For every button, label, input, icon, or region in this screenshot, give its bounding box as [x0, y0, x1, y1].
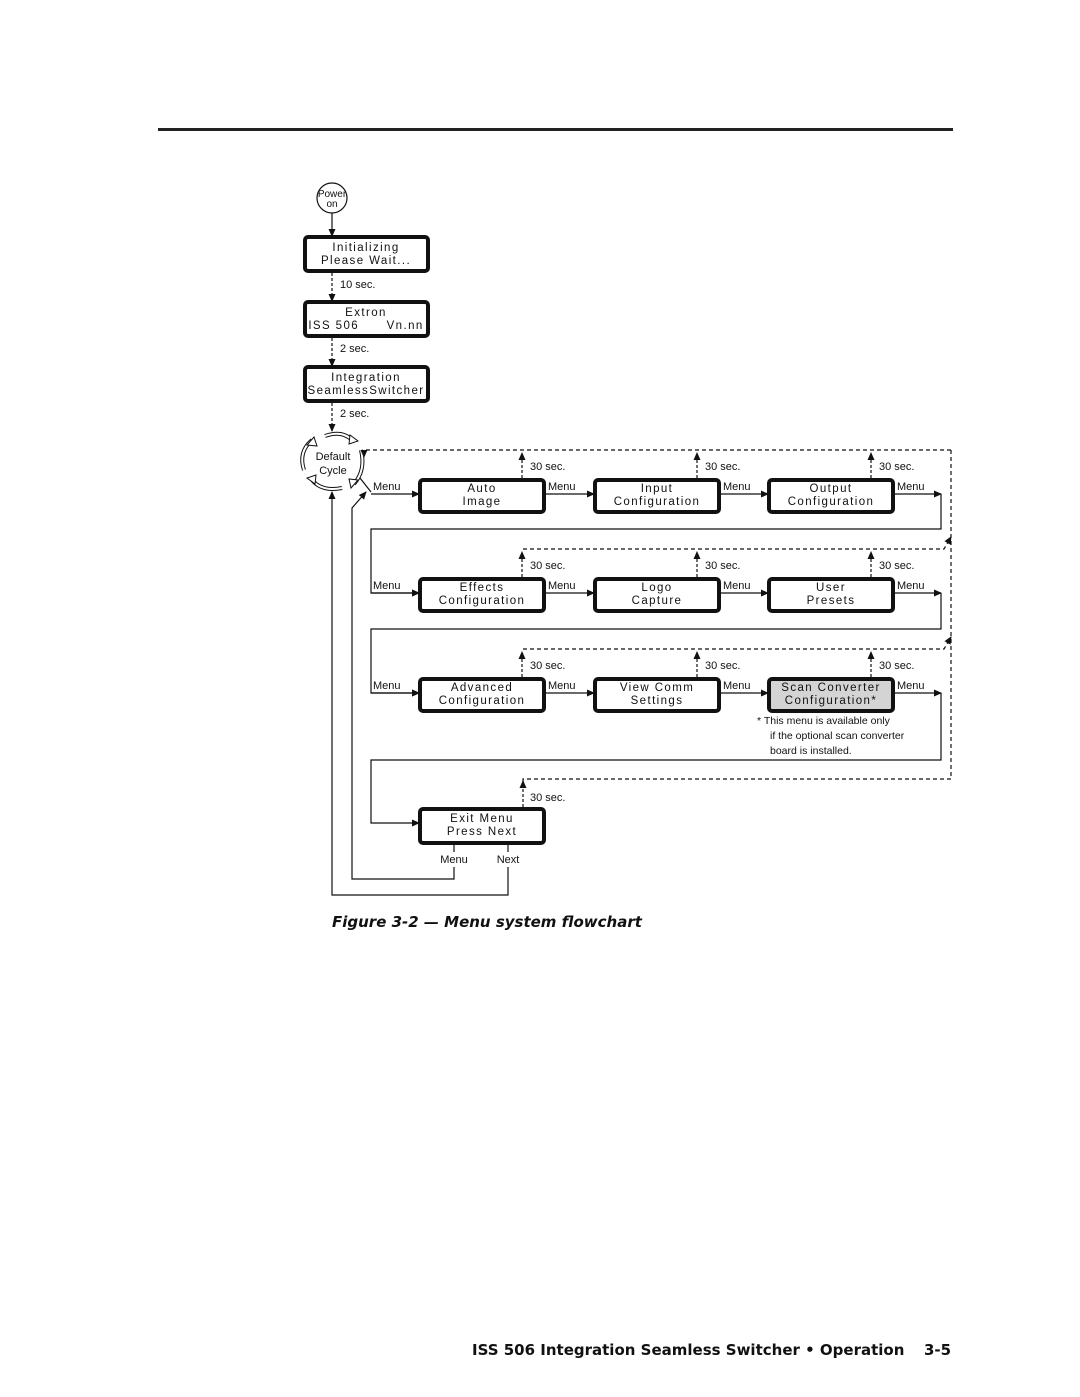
timeout-return-line [522, 778, 951, 786]
default-cycle-node: Default Cycle [300, 431, 365, 491]
exit-menu-line2: Press Next [447, 826, 517, 838]
menu-boxes: AutoImageInputConfigurationOutputConfigu… [418, 478, 895, 713]
boot-line1: Initializing [332, 242, 399, 254]
default-cycle-label-1: Default [316, 451, 351, 463]
menu-box-line2: Configuration [614, 496, 701, 508]
menu-box-line1: Scan Converter [781, 682, 881, 694]
menu-box-line1: Auto [467, 483, 496, 495]
footnote-line1: * This menu is available only [757, 715, 891, 727]
boot-screen-integration: Integration SeamlessSwitcher [303, 365, 430, 403]
menu-box-line2: Configuration [439, 595, 526, 607]
menu-arrow-label: Menu [897, 680, 925, 692]
boot-line2: SeamlessSwitcher [308, 385, 425, 397]
timeout-label: 30 sec. [705, 660, 740, 672]
menu-arrow-label: Menu [373, 680, 401, 692]
menu-box-line1: User [816, 582, 846, 594]
menu-arrow-label: Menu [548, 481, 576, 493]
timeout-label: 30 sec. [530, 560, 565, 572]
figure-caption: Figure 3-2 — Menu system flowchart [332, 913, 642, 931]
default-cycle-label-2: Cycle [319, 465, 347, 477]
menu-box-line1: Logo [641, 582, 672, 594]
timeout-return-line [523, 536, 952, 550]
exit-menu-line1: Exit Menu [450, 813, 514, 825]
menu-box-line1: View Comm [620, 682, 694, 694]
menu-box-line2: Configuration* [785, 695, 877, 707]
boot-line2: Please Wait... [321, 255, 411, 267]
timeout-label: 30 sec. [879, 560, 914, 572]
menu-box: AdvancedConfiguration [418, 677, 546, 713]
timeout-label: 30 sec. [705, 560, 740, 572]
menu-box: AutoImage [418, 478, 546, 514]
menu-arrow-label: Menu [897, 580, 925, 592]
delay-label: 2 sec. [340, 343, 369, 355]
menu-box-line2: Capture [632, 595, 683, 607]
menu-arrow-label: Menu [723, 680, 751, 692]
menu-arrow-label: Menu [548, 580, 576, 592]
boot-line2: ISS 506 Vn.nn [308, 320, 423, 332]
timeout-label: 30 sec. [530, 660, 565, 672]
menu-box-line1: Output [810, 483, 853, 495]
menu-box-line1: Advanced [451, 682, 513, 694]
menu-flowchart: Power on Initializing Please Wait... 10 … [300, 182, 952, 896]
menu-box: EffectsConfiguration [418, 577, 546, 613]
menu-arrow-label: Menu [548, 680, 576, 692]
delay-label: 10 sec. [340, 279, 375, 291]
menu-arrow-label: Menu [723, 580, 751, 592]
footnote-line3: board is installed. [770, 745, 852, 757]
boot-screen-extron: Extron ISS 506 Vn.nn [303, 300, 430, 338]
boot-screen-initializing: Initializing Please Wait... [303, 235, 430, 273]
footer-title: ISS 506 Integration Seamless Switcher • … [472, 1341, 905, 1359]
menu-box: Scan ConverterConfiguration* [767, 677, 895, 713]
timeout-label: 30 sec. [530, 792, 565, 804]
delay-label: 2 sec. [340, 408, 369, 420]
menu-box: UserPresets [767, 577, 895, 613]
menu-box: LogoCapture [593, 577, 721, 613]
timeout-label: 30 sec. [530, 461, 565, 473]
timeout-label: 30 sec. [879, 461, 914, 473]
menu-box-line1: Effects [460, 582, 505, 594]
boot-line1: Integration [331, 372, 401, 384]
page-number: 3-5 [924, 1341, 952, 1359]
timeout-return-line [523, 636, 952, 650]
timeout-return-line [360, 449, 951, 458]
timeout-label: 30 sec. [879, 660, 914, 672]
menu-box: OutputConfiguration [767, 478, 895, 514]
exit-next-button-label: Next [497, 854, 520, 866]
menu-box-line2: Settings [631, 695, 684, 707]
menu-box-line2: Configuration [788, 496, 875, 508]
boot-line1: Extron [345, 307, 387, 319]
footnote-line2: if the optional scan converter [770, 730, 905, 742]
power-on-label-2: on [326, 199, 337, 210]
menu-box-line2: Image [463, 496, 502, 508]
menu-box-line2: Configuration [439, 695, 526, 707]
menu-arrow-label: Menu [723, 481, 751, 493]
exit-menu-box: Exit Menu Press Next [418, 807, 546, 845]
exit-menu-button-label: Menu [440, 854, 468, 866]
timeout-label: 30 sec. [705, 461, 740, 473]
menu-box-line2: Presets [807, 595, 856, 607]
menu-box: View CommSettings [593, 677, 721, 713]
menu-box: InputConfiguration [593, 478, 721, 514]
menu-arrow-label: Menu [373, 580, 401, 592]
menu-arrow-label: Menu [373, 481, 401, 493]
menu-arrow-label: Menu [897, 481, 925, 493]
menu-box-line1: Input [641, 483, 674, 495]
cycle-to-menu-line [359, 477, 372, 493]
power-on-node: Power on [316, 182, 348, 214]
